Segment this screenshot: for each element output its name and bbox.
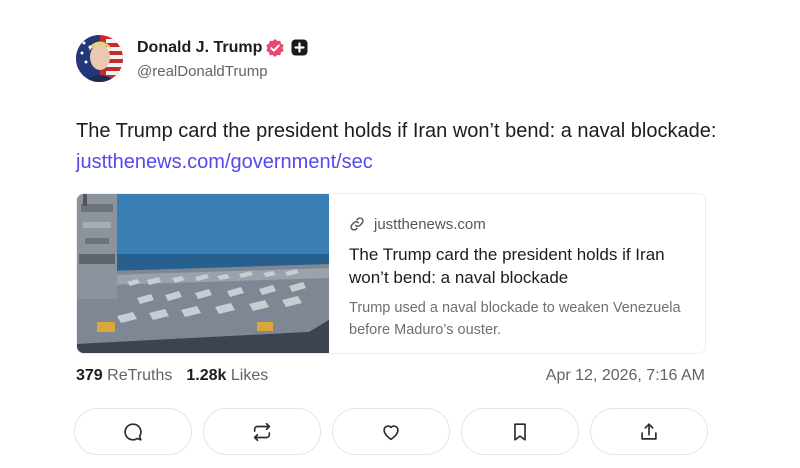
card-domain-row: justthenews.com <box>349 214 689 234</box>
bookmark-button[interactable] <box>461 408 579 455</box>
retruths-count: 379 <box>76 367 103 384</box>
like-button[interactable] <box>332 408 450 455</box>
retruths-label[interactable]: ReTruths <box>107 367 172 384</box>
bookmark-icon <box>514 422 526 441</box>
link-icon <box>349 216 365 232</box>
share-button[interactable] <box>590 408 708 455</box>
retruth-icon <box>253 422 271 441</box>
post-body-text: The Trump card the president holds if Ir… <box>76 120 717 142</box>
reply-button[interactable] <box>74 408 192 455</box>
post-timestamp[interactable]: Apr 12, 2026, 7:16 AM <box>546 367 705 385</box>
author-name[interactable]: Donald J. Trump <box>137 39 262 57</box>
post-stats: 379 ReTruths 1.28k Likes <box>76 367 268 385</box>
post-link[interactable]: justthenews.com/government/sec <box>76 151 373 173</box>
likes-label[interactable]: Likes <box>231 367 268 384</box>
card-body: justthenews.com The Trump card the presi… <box>349 214 689 341</box>
retruth-button[interactable] <box>203 408 321 455</box>
author-handle[interactable]: @realDonaldTrump <box>137 63 268 80</box>
plus-badge-icon <box>291 39 308 56</box>
share-icon <box>641 422 657 440</box>
like-icon <box>383 424 399 440</box>
card-domain: justthenews.com <box>374 215 486 233</box>
likes-count: 1.28k <box>186 367 227 384</box>
post-text: The Trump card the president holds if Ir… <box>76 116 726 178</box>
avatar[interactable] <box>76 35 123 82</box>
reply-icon <box>124 422 142 441</box>
card-thumbnail <box>77 194 329 353</box>
card-description: Trump used a naval blockade to weaken Ve… <box>349 300 681 338</box>
card-title: The Trump card the president holds if Ir… <box>349 245 665 287</box>
verified-icon <box>265 38 285 58</box>
link-preview-card[interactable]: justthenews.com The Trump card the presi… <box>76 193 706 354</box>
